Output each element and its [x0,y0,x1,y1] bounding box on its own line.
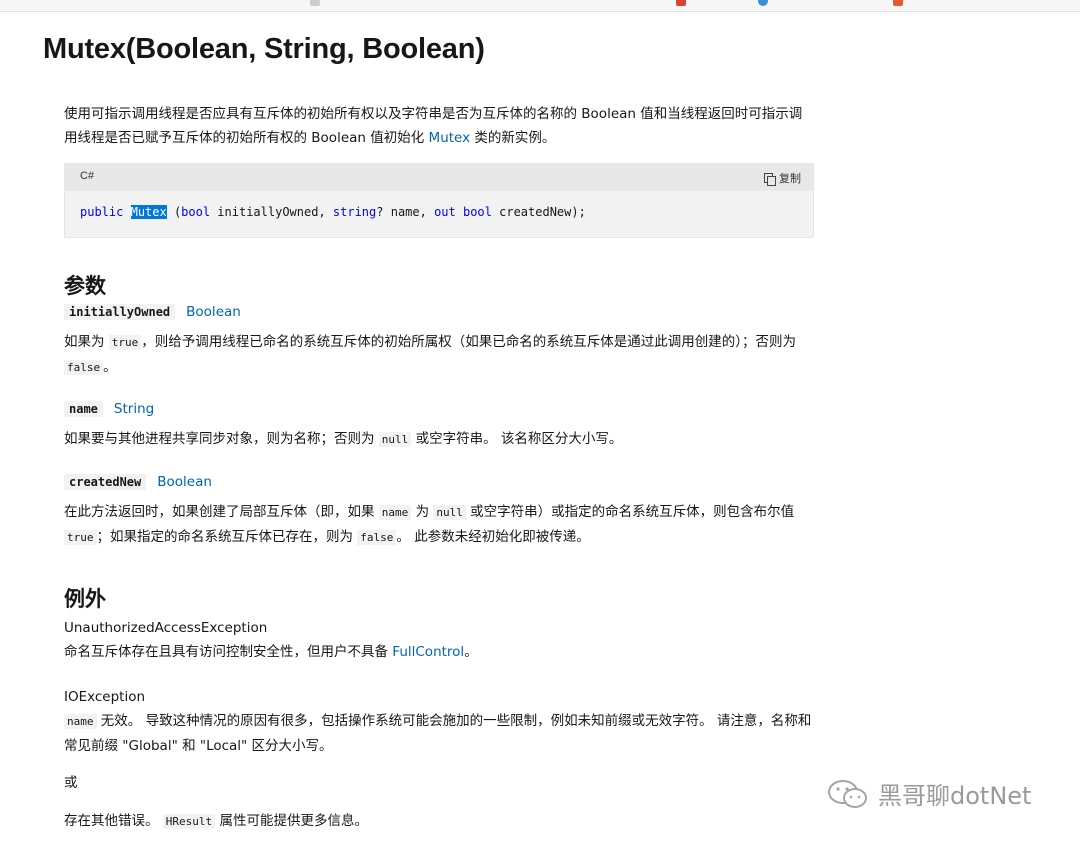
code-keyword: out [434,205,456,219]
watermark-text: 黑哥聊dotNet [878,782,1032,810]
bookmark-icon[interactable] [310,0,320,6]
param-name: name [64,401,103,417]
param-creatednew: createdNew Boolean [64,474,212,490]
param-name: createdNew [64,474,147,490]
param-type-link[interactable]: Boolean [157,474,212,490]
param-description: 如果为 true ，则给予调用线程已命名的系统互斥体的初始所属权（如果已命名的系统… [64,334,797,375]
inline-code: false [64,360,104,375]
bookmark-icon[interactable] [676,0,686,6]
param-initiallyowned: initiallyOwned Boolean [64,304,241,320]
param-name-string: name String [64,401,154,417]
inline-code: HResult [162,814,216,829]
inline-code: true [108,335,142,350]
selected-text[interactable]: Mutex [130,205,167,219]
inline-code: name [378,505,412,520]
inline-code: null [433,505,466,520]
exception-description: 存在其他错误。 HResult 属性可能提供更多信息。 [64,813,368,829]
code-language: C# [80,170,95,182]
code-keyword: string [332,205,377,219]
inline-code: true [64,530,97,545]
exception-link[interactable]: UnauthorizedAccessException [64,616,267,640]
copy-label: 复制 [779,172,801,185]
description-text-end: 类的新实例。 [470,130,556,146]
wechat-icon [828,779,867,808]
param-description: 如果要与其他进程共享同步对象，则为名称；否则为 null 或空字符串。 该名称区… [64,431,623,447]
param-name: initiallyOwned [64,304,176,320]
watermark: 黑哥聊dotNet [826,776,1031,811]
bookmark-icon[interactable] [758,0,768,6]
mutex-link[interactable]: Mutex [429,130,471,146]
copy-button[interactable]: 复制 [764,170,801,186]
exception-link[interactable]: IOException [64,685,145,709]
code-keyword: bool [181,205,211,219]
exceptions-heading: 例外 [64,587,106,611]
code-keyword: bool [462,205,492,219]
bookmark-bar [0,0,1080,12]
exception-description: 命名互斥体存在且具有访问控制安全性，但用户不具备 FullControl。 [64,644,478,660]
exception-description: name 无效。 导致这种情况的原因有很多，包括操作系统可能会施加的一些限制，例… [64,713,812,754]
code-block: C# 复制 public Mutex (bool initiallyOwned,… [64,163,814,238]
copy-icon [764,172,776,186]
code-signature: public Mutex (bool initiallyOwned, strin… [80,205,586,219]
or-text: 或 [64,775,78,791]
method-description: 使用可指示调用线程是否应具有互斥体的初始所有权以及字符串是否为互斥体的名称的 B… [64,102,814,150]
params-heading: 参数 [64,274,106,298]
inline-code: false [357,530,397,545]
inline-code: null [378,432,412,447]
param-type-link[interactable]: String [114,401,154,417]
param-description: 在此方法返回时，如果创建了局部互斥体（即，如果 name 为 null 或空字符… [64,504,795,545]
page-title: Mutex(Boolean, String, Boolean) [43,33,485,65]
bookmark-icon[interactable] [893,0,903,6]
inline-code: name [64,714,97,729]
fullcontrol-link[interactable]: FullControl [392,644,464,660]
code-keyword: public [80,205,124,219]
param-type-link[interactable]: Boolean [186,304,241,320]
code-header: C# 复制 [65,164,813,191]
